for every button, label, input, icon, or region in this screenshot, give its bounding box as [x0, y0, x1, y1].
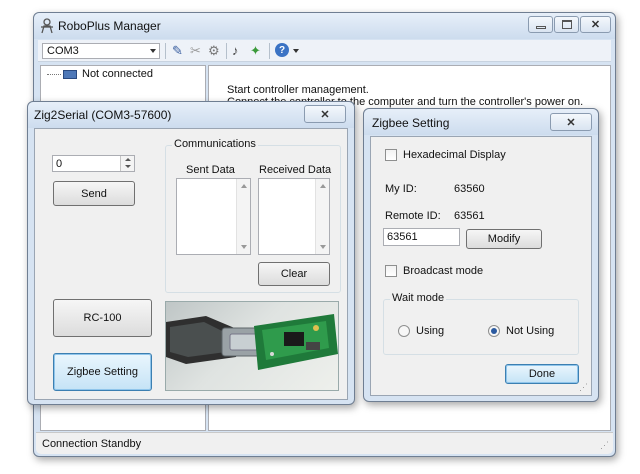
remote-id-value: 63561 [454, 210, 485, 222]
using-label: Using [416, 325, 445, 337]
toolbar-separator-3 [269, 43, 270, 59]
send-button[interactable]: Send [53, 181, 135, 206]
zig2serial-window: Zig2Serial (COM3-57600) ✕ 0 Send Communi… [27, 101, 355, 405]
zig2serial-client: 0 Send Communications Sent Data Received… [34, 128, 348, 400]
remote-id-label: Remote ID: [385, 210, 441, 222]
minimize-icon [536, 26, 546, 29]
minimize-button[interactable] [528, 16, 553, 33]
sent-data-label: Sent Data [186, 164, 235, 176]
remote-id-input[interactable]: 63561 [383, 228, 460, 246]
main-titlebar[interactable]: RoboPlus Manager ✕ [34, 13, 615, 39]
maximize-button[interactable] [554, 16, 579, 33]
my-id-label: My ID: [385, 183, 417, 195]
close-icon: ✕ [320, 108, 330, 121]
connect-pen-icon[interactable]: ✎ [172, 43, 183, 59]
tree-item-label: Not connected [82, 68, 153, 80]
spin-down-icon [125, 165, 131, 168]
robot-icon [41, 18, 53, 34]
remote-id-input-value: 63561 [387, 231, 418, 243]
zigbee-titlebar[interactable]: Zigbee Setting ✕ [364, 109, 598, 135]
toolbar-separator-2 [226, 43, 227, 59]
toolbar-separator [165, 43, 166, 59]
zig2serial-close-button[interactable]: ✕ [304, 105, 346, 123]
rc100-button[interactable]: RC-100 [53, 299, 152, 337]
received-data-textarea[interactable] [258, 178, 330, 255]
main-toolbar: COM3 ✎ ✂ ⚙ ♪ ✦ ? [38, 40, 611, 62]
help-icon[interactable]: ? [275, 43, 289, 57]
zig2serial-titlebar[interactable]: Zig2Serial (COM3-57600) ✕ [28, 102, 354, 128]
firmware-icon[interactable]: ✦ [250, 43, 261, 59]
spin-up-icon [125, 158, 131, 161]
zigbee-device-image [166, 314, 338, 370]
dropdown-arrow-icon [150, 49, 156, 53]
received-data-label: Received Data [259, 164, 332, 176]
status-bar: Connection Standby ⋰ [36, 432, 613, 454]
serial-port-icon [63, 70, 77, 79]
wait-mode-label: Wait mode [390, 292, 447, 304]
broadcast-mode-label: Broadcast mode [403, 265, 484, 277]
main-window-title: RoboPlus Manager [58, 19, 161, 33]
number-input[interactable]: 0 [52, 155, 135, 172]
zigbee-close-button[interactable]: ✕ [550, 113, 592, 131]
port-select-value: COM3 [47, 45, 79, 57]
maximize-icon [562, 20, 572, 29]
sent-data-textarea[interactable] [176, 178, 251, 255]
close-icon: ✕ [590, 19, 601, 31]
message-line-1: Start controller management. [227, 84, 369, 96]
wait-mode-group: Wait mode Using Not Using [383, 292, 579, 355]
sound-icon[interactable]: ♪ [232, 43, 239, 58]
done-button[interactable]: Done [505, 364, 579, 384]
zigbee-device-photo [165, 301, 339, 391]
zigbee-setting-title: Zigbee Setting [372, 116, 450, 130]
resize-grip-icon[interactable]: ⋰ [600, 440, 609, 451]
communications-label: Communications [172, 138, 258, 150]
sent-scrollbar[interactable] [236, 179, 250, 254]
main-close-button[interactable]: ✕ [580, 16, 611, 33]
zigbee-client: Hexadecimal Display My ID: 63560 Remote … [370, 136, 592, 396]
tree-connector [47, 74, 61, 75]
clear-button[interactable]: Clear [258, 262, 330, 286]
hex-display-checkbox[interactable] [385, 149, 397, 161]
broadcast-mode-checkbox[interactable] [385, 265, 397, 277]
scroll-down-icon [320, 245, 326, 249]
not-using-label: Not Using [506, 325, 555, 337]
communications-group: Communications Sent Data Received Data C… [165, 138, 341, 293]
zigbee-setting-button[interactable]: Zigbee Setting [53, 353, 152, 391]
spin-buttons[interactable] [120, 156, 134, 171]
close-icon: ✕ [566, 116, 576, 129]
disconnect-icon[interactable]: ✂ [190, 43, 201, 59]
received-scrollbar[interactable] [315, 179, 329, 254]
zigbee-setting-window: Zigbee Setting ✕ Hexadecimal Display My … [363, 108, 599, 402]
status-text: Connection Standby [42, 438, 142, 450]
settings-icon[interactable]: ⚙ [208, 43, 220, 59]
scroll-up-icon [241, 184, 247, 188]
zig2serial-title: Zig2Serial (COM3-57600) [34, 108, 172, 122]
not-using-radio[interactable] [488, 325, 500, 337]
hex-display-label: Hexadecimal Display [403, 149, 506, 161]
using-radio[interactable] [398, 325, 410, 337]
help-dropdown-icon[interactable] [293, 49, 299, 53]
scroll-down-icon [241, 245, 247, 249]
my-id-value: 63560 [454, 183, 485, 195]
modify-button[interactable]: Modify [466, 229, 542, 249]
resize-grip-icon[interactable]: ⋰ [579, 382, 588, 393]
scroll-up-icon [320, 184, 326, 188]
port-select[interactable]: COM3 [42, 43, 160, 59]
number-value: 0 [56, 158, 63, 170]
